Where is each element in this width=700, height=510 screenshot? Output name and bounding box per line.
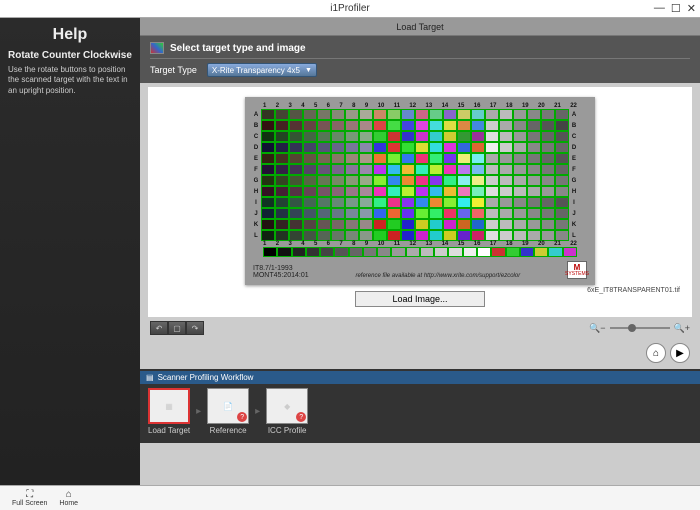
workflow-title: Scanner Profiling Workflow bbox=[158, 373, 254, 382]
workflow-item-reference[interactable]: 📄?Reference bbox=[207, 388, 249, 435]
help-subheading: Rotate Counter Clockwise bbox=[8, 50, 132, 61]
fullscreen-icon: ⛶ bbox=[26, 490, 33, 500]
panel-title: Select target type and image bbox=[170, 43, 306, 54]
target-batch: MONT45:2014:01 bbox=[253, 272, 309, 279]
titlebar: i1Profiler — ☐ ✕ bbox=[0, 0, 700, 18]
target-standard: IT8.7/1-1993 bbox=[253, 265, 309, 272]
help-heading: Help bbox=[8, 26, 132, 44]
zoom-out-icon[interactable]: 🔍− bbox=[589, 323, 605, 334]
window-title: i1Profiler bbox=[330, 3, 369, 14]
target-refnote: reference file available at http://www.x… bbox=[355, 273, 520, 279]
rotate-buttons: ↶ ▢ ↷ bbox=[150, 321, 204, 335]
stage: 12345678910111213141516171819202122 AABB… bbox=[148, 87, 692, 317]
workflow-item-load-target[interactable]: ▦Load Target bbox=[148, 388, 190, 435]
bottombar: ⛶ Full Screen ⌂ Home bbox=[0, 485, 700, 510]
target-type-select[interactable]: X-Rite Transparency 4x5 ▼ bbox=[207, 63, 317, 77]
tab-load-target[interactable]: Load Target bbox=[396, 22, 443, 32]
target-thumb-icon bbox=[150, 42, 164, 54]
workflow-strip: ▤ Scanner Profiling Workflow ▦Load Targe… bbox=[140, 369, 700, 443]
zoom-slider[interactable]: 🔍− 🔍+ bbox=[589, 323, 690, 334]
select-target-panel: Select target type and image Target Type… bbox=[140, 36, 700, 83]
close-button[interactable]: ✕ bbox=[687, 2, 696, 15]
minimize-button[interactable]: — bbox=[654, 2, 665, 15]
help-sidebar: Help Rotate Counter Clockwise Use the ro… bbox=[0, 18, 140, 485]
workflow-item-icc-profile[interactable]: ◆?ICC Profile bbox=[266, 388, 308, 435]
stage-toolbar: ↶ ▢ ↷ 🔍− 🔍+ bbox=[140, 317, 700, 339]
target-type-label: Target Type bbox=[150, 65, 197, 75]
home-icon: ⌂ bbox=[66, 490, 72, 500]
it8-target[interactable]: 12345678910111213141516171819202122 AABB… bbox=[245, 97, 595, 285]
target-type-value: X-Rite Transparency 4x5 bbox=[212, 66, 300, 75]
chevron-down-icon: ▼ bbox=[305, 67, 312, 74]
fullscreen-button[interactable]: ⛶ Full Screen bbox=[12, 490, 47, 507]
home-button[interactable]: ⌂ Home bbox=[59, 490, 78, 507]
nav-next-button[interactable]: ▶ bbox=[670, 343, 690, 363]
target-filename: 6xE_IT8TRANSPARENT01.tif bbox=[587, 287, 680, 294]
zoom-thumb[interactable] bbox=[628, 324, 636, 332]
grayscale-strip bbox=[263, 247, 577, 257]
nav-home-button[interactable]: ⌂ bbox=[646, 343, 666, 363]
maximize-button[interactable]: ☐ bbox=[671, 2, 681, 15]
monaco-logo: M SYSTEMS bbox=[567, 261, 587, 279]
rotate-ccw-button[interactable]: ↶ bbox=[150, 321, 168, 335]
zoom-in-icon[interactable]: 🔍+ bbox=[674, 323, 690, 334]
help-body: Use the rotate buttons to position the s… bbox=[8, 65, 132, 96]
nav-buttons: ⌂ ▶ bbox=[140, 339, 700, 369]
rotate-cw-button[interactable]: ↷ bbox=[186, 321, 204, 335]
load-image-button[interactable]: Load Image... bbox=[355, 291, 485, 307]
rotate-none-button[interactable]: ▢ bbox=[168, 321, 186, 335]
tabbar: Load Target bbox=[140, 18, 700, 36]
content-area: Load Target Select target type and image… bbox=[140, 18, 700, 485]
zoom-track[interactable] bbox=[610, 327, 670, 329]
workflow-icon: ▤ bbox=[146, 373, 154, 382]
window-buttons: — ☐ ✕ bbox=[654, 2, 696, 15]
